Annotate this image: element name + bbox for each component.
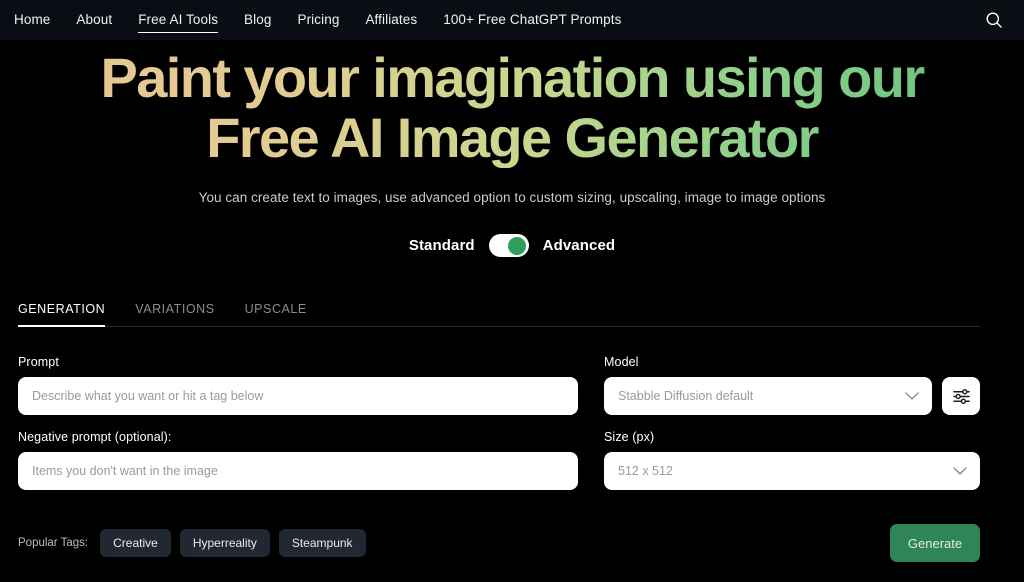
nav-item-about[interactable]: About <box>76 0 112 40</box>
sliders-icon <box>952 388 970 404</box>
negative-prompt-field-group: Negative prompt (optional): <box>18 430 578 490</box>
model-select-wrapper: Stabble Diffusion default <box>604 377 932 415</box>
top-navigation-bar: Home About Free AI Tools Blog Pricing Af… <box>0 0 1024 40</box>
page-subtitle: You can create text to images, use advan… <box>198 190 826 205</box>
negative-prompt-label: Negative prompt (optional): <box>18 430 172 444</box>
nav-item-chatgpt-prompts[interactable]: 100+ Free ChatGPT Prompts <box>443 0 621 40</box>
tab-bar: GENERATION VARIATIONS UPSCALE <box>18 302 980 327</box>
bottom-action-row: Popular Tags: Creative Hyperreality Stea… <box>18 524 980 562</box>
main-nav: Home About Free AI Tools Blog Pricing Af… <box>0 0 621 40</box>
page-title-line-2: Free AI Image Generator <box>206 106 818 169</box>
nav-item-free-ai-tools[interactable]: Free AI Tools <box>138 0 218 40</box>
popular-tags-label: Popular Tags: <box>18 537 89 549</box>
prompt-label: Prompt <box>18 355 59 369</box>
mode-label-standard[interactable]: Standard <box>409 237 475 254</box>
generate-button[interactable]: Generate <box>890 524 980 562</box>
size-field-group: Size (px) 512 x 512 <box>604 430 980 490</box>
model-field-group: Model Stabble Diffusion default <box>604 355 980 415</box>
model-label: Model <box>604 355 639 369</box>
page-title-line-1: Paint your imagination using our <box>100 46 924 109</box>
size-label: Size (px) <box>604 430 655 444</box>
nav-item-affiliates[interactable]: Affiliates <box>365 0 417 40</box>
model-settings-button[interactable] <box>942 377 980 415</box>
model-controls: Stabble Diffusion default <box>604 377 980 415</box>
search-button[interactable] <box>982 8 1006 32</box>
mode-label-advanced[interactable]: Advanced <box>543 237 616 254</box>
popular-tags-group: Popular Tags: Creative Hyperreality Stea… <box>18 529 366 557</box>
tag-creative[interactable]: Creative <box>100 529 171 557</box>
prompt-field-group: Prompt <box>18 355 578 415</box>
model-select[interactable]: Stabble Diffusion default <box>604 377 932 415</box>
search-icon <box>986 12 1002 28</box>
tab-generation[interactable]: GENERATION <box>18 302 106 327</box>
form-row-negative-size: Negative prompt (optional): Size (px) 51… <box>18 430 980 490</box>
toggle-knob <box>507 236 526 255</box>
tag-hyperreality[interactable]: Hyperreality <box>179 529 270 557</box>
tab-variations[interactable]: VARIATIONS <box>135 302 214 317</box>
mode-toggle-switch[interactable] <box>488 234 529 257</box>
nav-item-blog[interactable]: Blog <box>244 0 271 40</box>
page-title: Paint your imagination using our Free AI… <box>0 40 1024 168</box>
tab-upscale[interactable]: UPSCALE <box>245 302 307 317</box>
tag-steampunk[interactable]: Steampunk <box>278 529 366 557</box>
hero-section: Paint your imagination using our Free AI… <box>0 40 1024 205</box>
page-root: Home About Free AI Tools Blog Pricing Af… <box>0 0 1024 582</box>
nav-item-home[interactable]: Home <box>14 0 50 40</box>
negative-prompt-input[interactable] <box>18 452 578 490</box>
nav-item-pricing[interactable]: Pricing <box>297 0 339 40</box>
prompt-input[interactable] <box>18 377 578 415</box>
mode-toggle-row: Standard Advanced <box>0 234 1024 257</box>
size-select[interactable]: 512 x 512 <box>604 452 980 490</box>
generation-form: Prompt Model Stabble Diffusion default <box>18 355 980 505</box>
size-select-wrapper: 512 x 512 <box>604 452 980 490</box>
form-row-prompt-model: Prompt Model Stabble Diffusion default <box>18 355 980 415</box>
